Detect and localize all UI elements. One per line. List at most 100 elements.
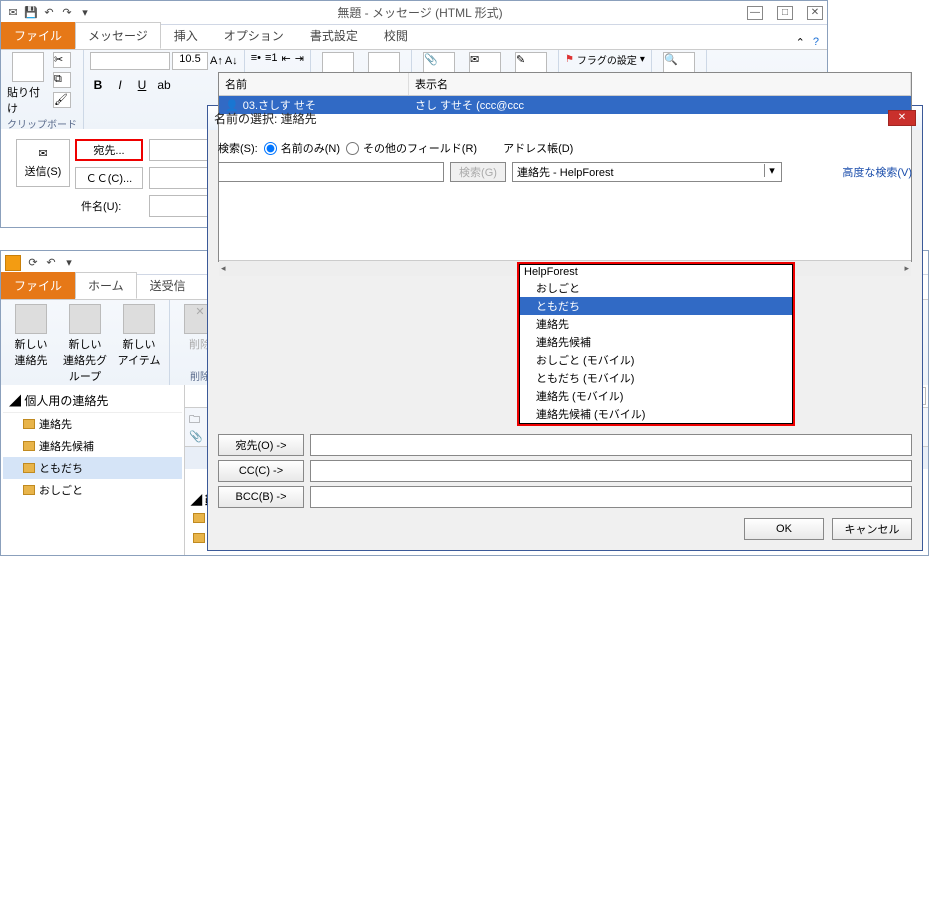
- cc-recip-button[interactable]: CC(C) ->: [218, 460, 304, 482]
- font-name-select[interactable]: [90, 52, 170, 70]
- new-items-icon: [123, 304, 155, 334]
- nav-item[interactable]: 連絡先候補: [3, 435, 182, 457]
- search-button[interactable]: 検索(G): [450, 162, 506, 182]
- contact-icon: [193, 513, 205, 523]
- tab-file2[interactable]: ファイル: [1, 272, 75, 299]
- to-recip-button[interactable]: 宛先(O) ->: [218, 434, 304, 456]
- app-icon: ✉: [5, 5, 21, 21]
- radio-other-fields[interactable]: その他のフィールド(R): [346, 140, 477, 156]
- flag-label: フラグの設定: [577, 52, 637, 67]
- col-display[interactable]: 表示名: [409, 73, 911, 95]
- tab-message[interactable]: メッセージ: [75, 22, 161, 49]
- copy-icon[interactable]: ⧉: [53, 72, 71, 88]
- recipient-rows: 宛先(O) -> CC(C) -> BCC(B) ->: [218, 434, 912, 508]
- addressbook-select[interactable]: 連絡先 - HelpForest: [512, 162, 782, 182]
- redo-icon[interactable]: ↷: [59, 5, 75, 21]
- cancel-button[interactable]: キャンセル: [832, 518, 912, 540]
- cut-icon[interactable]: ✂: [53, 52, 71, 68]
- tab-insert[interactable]: 挿入: [161, 22, 211, 49]
- window-title: 無題 - メッセージ (HTML 形式): [93, 4, 747, 21]
- send-button[interactable]: ✉ 送信(S): [16, 139, 70, 187]
- flag-button[interactable]: ⚑フラグの設定▾: [565, 52, 645, 67]
- shrink-font-icon[interactable]: A↓: [225, 55, 238, 67]
- window-buttons: — □ ✕: [747, 6, 823, 20]
- bold-button[interactable]: B: [90, 78, 106, 92]
- font-size-select[interactable]: 10.5: [172, 52, 208, 70]
- close-button[interactable]: ✕: [807, 6, 823, 20]
- radio-other-label: その他のフィールド(R): [363, 140, 477, 156]
- tab-option[interactable]: オプション: [211, 22, 297, 49]
- tab-review[interactable]: 校閲: [371, 22, 421, 49]
- cc-recip-field[interactable]: [310, 460, 912, 482]
- undo-icon[interactable]: ↶: [43, 255, 59, 271]
- new-group-button[interactable]: 新しい 連絡先グループ: [59, 302, 111, 386]
- nav-item[interactable]: おしごと: [3, 479, 182, 501]
- underline-button[interactable]: U: [134, 78, 150, 92]
- cell-display: さし すせそ (ccc@ccc: [415, 97, 905, 113]
- ribbon-minimize-icon[interactable]: ⌃: [796, 36, 805, 49]
- select-names-dialog: 名前の選択: 連絡先 ✕ 検索(S): 名前のみ(N) その他のフィールド(R)…: [207, 105, 923, 551]
- outdent-icon[interactable]: ⇤: [282, 52, 291, 65]
- new-contact-button[interactable]: 新しい 連絡先: [5, 302, 57, 370]
- ok-button[interactable]: OK: [744, 518, 824, 540]
- tab-format[interactable]: 書式設定: [297, 22, 371, 49]
- folder-icon: [23, 441, 35, 451]
- dd-item[interactable]: おしごと (モバイル): [520, 351, 792, 369]
- dd-item[interactable]: おしごと: [520, 279, 792, 297]
- col-name[interactable]: 名前: [219, 73, 409, 95]
- numbering-icon[interactable]: ≡1: [265, 52, 278, 65]
- paste-button[interactable]: 貼り付け: [7, 52, 49, 116]
- dd-item[interactable]: 連絡先 (モバイル): [520, 387, 792, 405]
- list-row-selected[interactable]: 👤03.さしす せそ さし すせそ (ccc@ccc: [219, 96, 911, 114]
- indent-icon[interactable]: ⇥: [295, 52, 304, 65]
- dd-item[interactable]: 連絡先候補: [520, 333, 792, 351]
- sendreceive-icon[interactable]: ⟳: [25, 255, 41, 271]
- addressbook-dropdown-list: HelpForest おしごとともだち連絡先連絡先候補おしごと (モバイル)とも…: [519, 264, 793, 424]
- ribbon-group-clipboard: 貼り付け ✂ ⧉ 🖌 クリップボード: [1, 50, 84, 129]
- to-button[interactable]: 宛先...: [75, 139, 143, 161]
- dd-item[interactable]: 連絡先: [520, 315, 792, 333]
- minimize-button[interactable]: —: [747, 6, 763, 20]
- paste-label: 貼り付け: [7, 84, 49, 116]
- new-items-button[interactable]: 新しい アイテム: [113, 302, 165, 370]
- nav-item[interactable]: ともだち: [3, 457, 182, 479]
- bcc-recip-button[interactable]: BCC(B) ->: [218, 486, 304, 508]
- paste-icon: [12, 52, 44, 82]
- nav-header[interactable]: ◢ 個人用の連絡先: [3, 389, 182, 413]
- qat-menu-icon[interactable]: ▾: [61, 255, 77, 271]
- advanced-search-link[interactable]: 高度な検索(V): [842, 164, 912, 180]
- highlight-icon[interactable]: ab: [156, 78, 172, 92]
- folder-icon: [23, 419, 35, 429]
- dd-item[interactable]: ともだち (モバイル): [520, 369, 792, 387]
- maximize-button[interactable]: □: [777, 6, 793, 20]
- contact-icon: 👤: [225, 99, 239, 112]
- addressbook-label: アドレス帳(D): [503, 140, 573, 156]
- undo-icon[interactable]: ↶: [41, 5, 57, 21]
- italic-button[interactable]: I: [112, 78, 128, 92]
- bcc-recip-field[interactable]: [310, 486, 912, 508]
- help-icon[interactable]: ?: [813, 36, 819, 49]
- quick-access-toolbar: ✉ 💾 ↶ ↷ ▾: [5, 5, 93, 21]
- tab-file[interactable]: ファイル: [1, 22, 75, 49]
- ribbon-group-new: 新しい 連絡先 新しい 連絡先グループ 新しい アイテム 新規作成: [1, 300, 170, 385]
- send-label: 送信(S): [25, 163, 62, 179]
- search-input[interactable]: [218, 162, 444, 182]
- nav-item[interactable]: 連絡先: [3, 413, 182, 435]
- qat-menu-icon[interactable]: ▾: [77, 5, 93, 21]
- clipboard-group-label: クリップボード: [7, 116, 77, 129]
- search-label: 検索(S):: [218, 140, 258, 156]
- radio-name-only[interactable]: 名前のみ(N): [264, 140, 340, 156]
- folder-icon: [23, 485, 35, 495]
- save-icon[interactable]: 💾: [23, 5, 39, 21]
- addressbook-dropdown-highlight: HelpForest おしごとともだち連絡先連絡先候補おしごと (モバイル)とも…: [517, 262, 795, 426]
- bullets-icon[interactable]: ≡•: [251, 52, 261, 65]
- format-painter-icon[interactable]: 🖌: [53, 92, 71, 108]
- to-recip-field[interactable]: [310, 434, 912, 456]
- dd-item-header[interactable]: HelpForest: [520, 265, 792, 279]
- cc-button[interactable]: ＣＣ(C)...: [75, 167, 143, 189]
- tab-home[interactable]: ホーム: [75, 272, 137, 299]
- dd-item[interactable]: 連絡先候補 (モバイル): [520, 405, 792, 423]
- tab-sendrecv[interactable]: 送受信: [137, 272, 199, 299]
- grow-font-icon[interactable]: A↑: [210, 55, 223, 67]
- dd-item[interactable]: ともだち: [520, 297, 792, 315]
